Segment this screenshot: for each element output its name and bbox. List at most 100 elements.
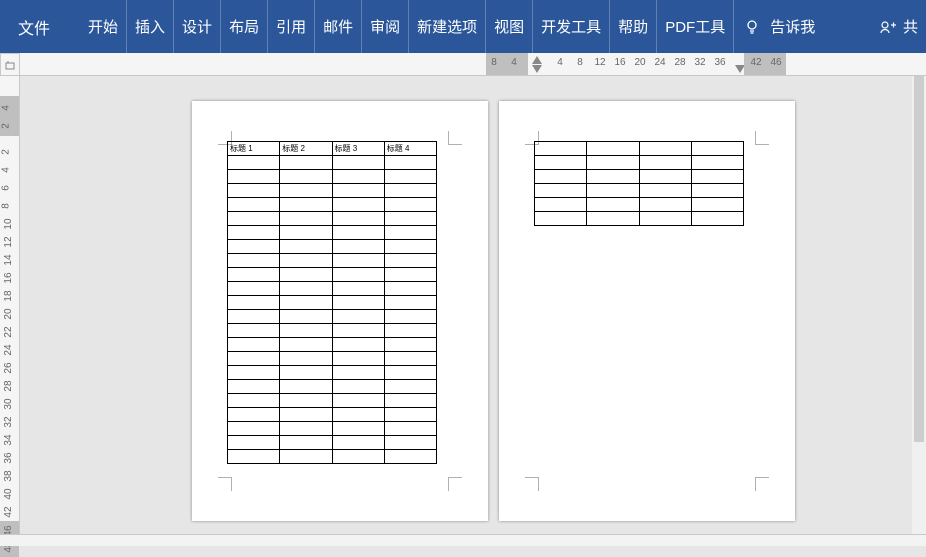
tab-design[interactable]: 设计 [174,0,221,53]
table-cell[interactable] [280,450,332,464]
table-cell[interactable] [332,366,384,380]
table-row[interactable] [535,170,744,184]
table-cell[interactable] [228,268,280,282]
table-cell[interactable] [228,184,280,198]
table-cell[interactable] [384,324,436,338]
table-header-cell[interactable]: 标题 3 [332,142,384,156]
table-cell[interactable] [228,310,280,324]
table-cell[interactable] [228,254,280,268]
table-cell[interactable] [332,436,384,450]
share-button[interactable]: 共 [871,16,926,37]
table-cell[interactable] [691,198,743,212]
table-cell[interactable] [332,226,384,240]
table-cell[interactable] [332,324,384,338]
table-cell[interactable] [384,282,436,296]
table-cell[interactable] [587,212,639,226]
table-cell[interactable] [587,142,639,156]
table-row[interactable] [228,366,437,380]
table-cell[interactable] [384,254,436,268]
tab-help[interactable]: 帮助 [610,0,657,53]
table-cell[interactable] [691,184,743,198]
table-row[interactable] [535,142,744,156]
table-row[interactable] [228,184,437,198]
table-cell[interactable] [535,212,587,226]
table-cell[interactable] [587,198,639,212]
table-row[interactable] [228,170,437,184]
table-cell[interactable] [228,394,280,408]
table-cell[interactable] [280,184,332,198]
table-cell[interactable] [228,226,280,240]
table-row[interactable] [228,450,437,464]
vertical-ruler[interactable]: 4 2 2 4 6 8 10 12 14 16 18 20 22 24 26 2… [0,76,20,534]
table-cell[interactable] [280,254,332,268]
table-cell[interactable] [535,156,587,170]
table-row[interactable] [535,156,744,170]
table-cell[interactable] [228,324,280,338]
table-cell[interactable] [280,240,332,254]
table-cell[interactable] [332,212,384,226]
table-cell[interactable] [384,170,436,184]
table-cell[interactable] [639,212,691,226]
table-cell[interactable] [228,156,280,170]
document-table-1[interactable]: 标题 1标题 2标题 3标题 4 [227,141,437,464]
table-cell[interactable] [332,408,384,422]
table-cell[interactable] [280,156,332,170]
table-cell[interactable] [384,422,436,436]
table-cell[interactable] [384,436,436,450]
table-row[interactable] [228,394,437,408]
table-cell[interactable] [228,450,280,464]
table-cell[interactable] [384,156,436,170]
tab-file[interactable]: 文件 [0,0,68,53]
table-row[interactable] [228,240,437,254]
table-cell[interactable] [384,212,436,226]
table-row[interactable] [228,296,437,310]
tab-newtab[interactable]: 新建选项 [409,0,486,53]
table-cell[interactable] [332,184,384,198]
tab-insert[interactable]: 插入 [127,0,174,53]
table-cell[interactable] [384,268,436,282]
table-cell[interactable] [332,198,384,212]
document-canvas[interactable]: 标题 1标题 2标题 3标题 4 [20,76,926,534]
table-row[interactable] [535,184,744,198]
tab-view[interactable]: 视图 [486,0,533,53]
table-cell[interactable] [228,296,280,310]
table-cell[interactable] [280,268,332,282]
table-cell[interactable] [228,240,280,254]
table-cell[interactable] [332,338,384,352]
table-row[interactable] [228,156,437,170]
table-cell[interactable] [280,324,332,338]
table-cell[interactable] [228,366,280,380]
table-cell[interactable] [384,380,436,394]
table-cell[interactable] [691,142,743,156]
table-cell[interactable] [639,184,691,198]
table-cell[interactable] [384,338,436,352]
table-cell[interactable] [332,282,384,296]
table-row[interactable] [535,212,744,226]
table-row[interactable] [228,380,437,394]
table-header-cell[interactable]: 标题 1 [228,142,280,156]
table-cell[interactable] [280,282,332,296]
table-header-cell[interactable]: 标题 4 [384,142,436,156]
table-row[interactable] [228,324,437,338]
table-row[interactable] [228,198,437,212]
table-cell[interactable] [384,296,436,310]
table-cell[interactable] [332,422,384,436]
table-cell[interactable] [384,394,436,408]
table-cell[interactable] [280,212,332,226]
table-cell[interactable] [332,352,384,366]
table-cell[interactable] [587,184,639,198]
horizontal-ruler[interactable]: 8 4 4 8 12 16 20 24 28 32 36 42 46 [20,53,926,76]
table-cell[interactable] [332,254,384,268]
table-cell[interactable] [280,366,332,380]
table-cell[interactable] [332,296,384,310]
table-cell[interactable] [228,282,280,296]
table-cell[interactable] [280,170,332,184]
table-cell[interactable] [228,422,280,436]
table-cell[interactable] [332,268,384,282]
tab-devtools[interactable]: 开发工具 [533,0,610,53]
table-cell[interactable] [384,310,436,324]
table-cell[interactable] [691,212,743,226]
indent-marker-top[interactable] [532,56,542,64]
tab-references[interactable]: 引用 [268,0,315,53]
table-cell[interactable] [228,436,280,450]
